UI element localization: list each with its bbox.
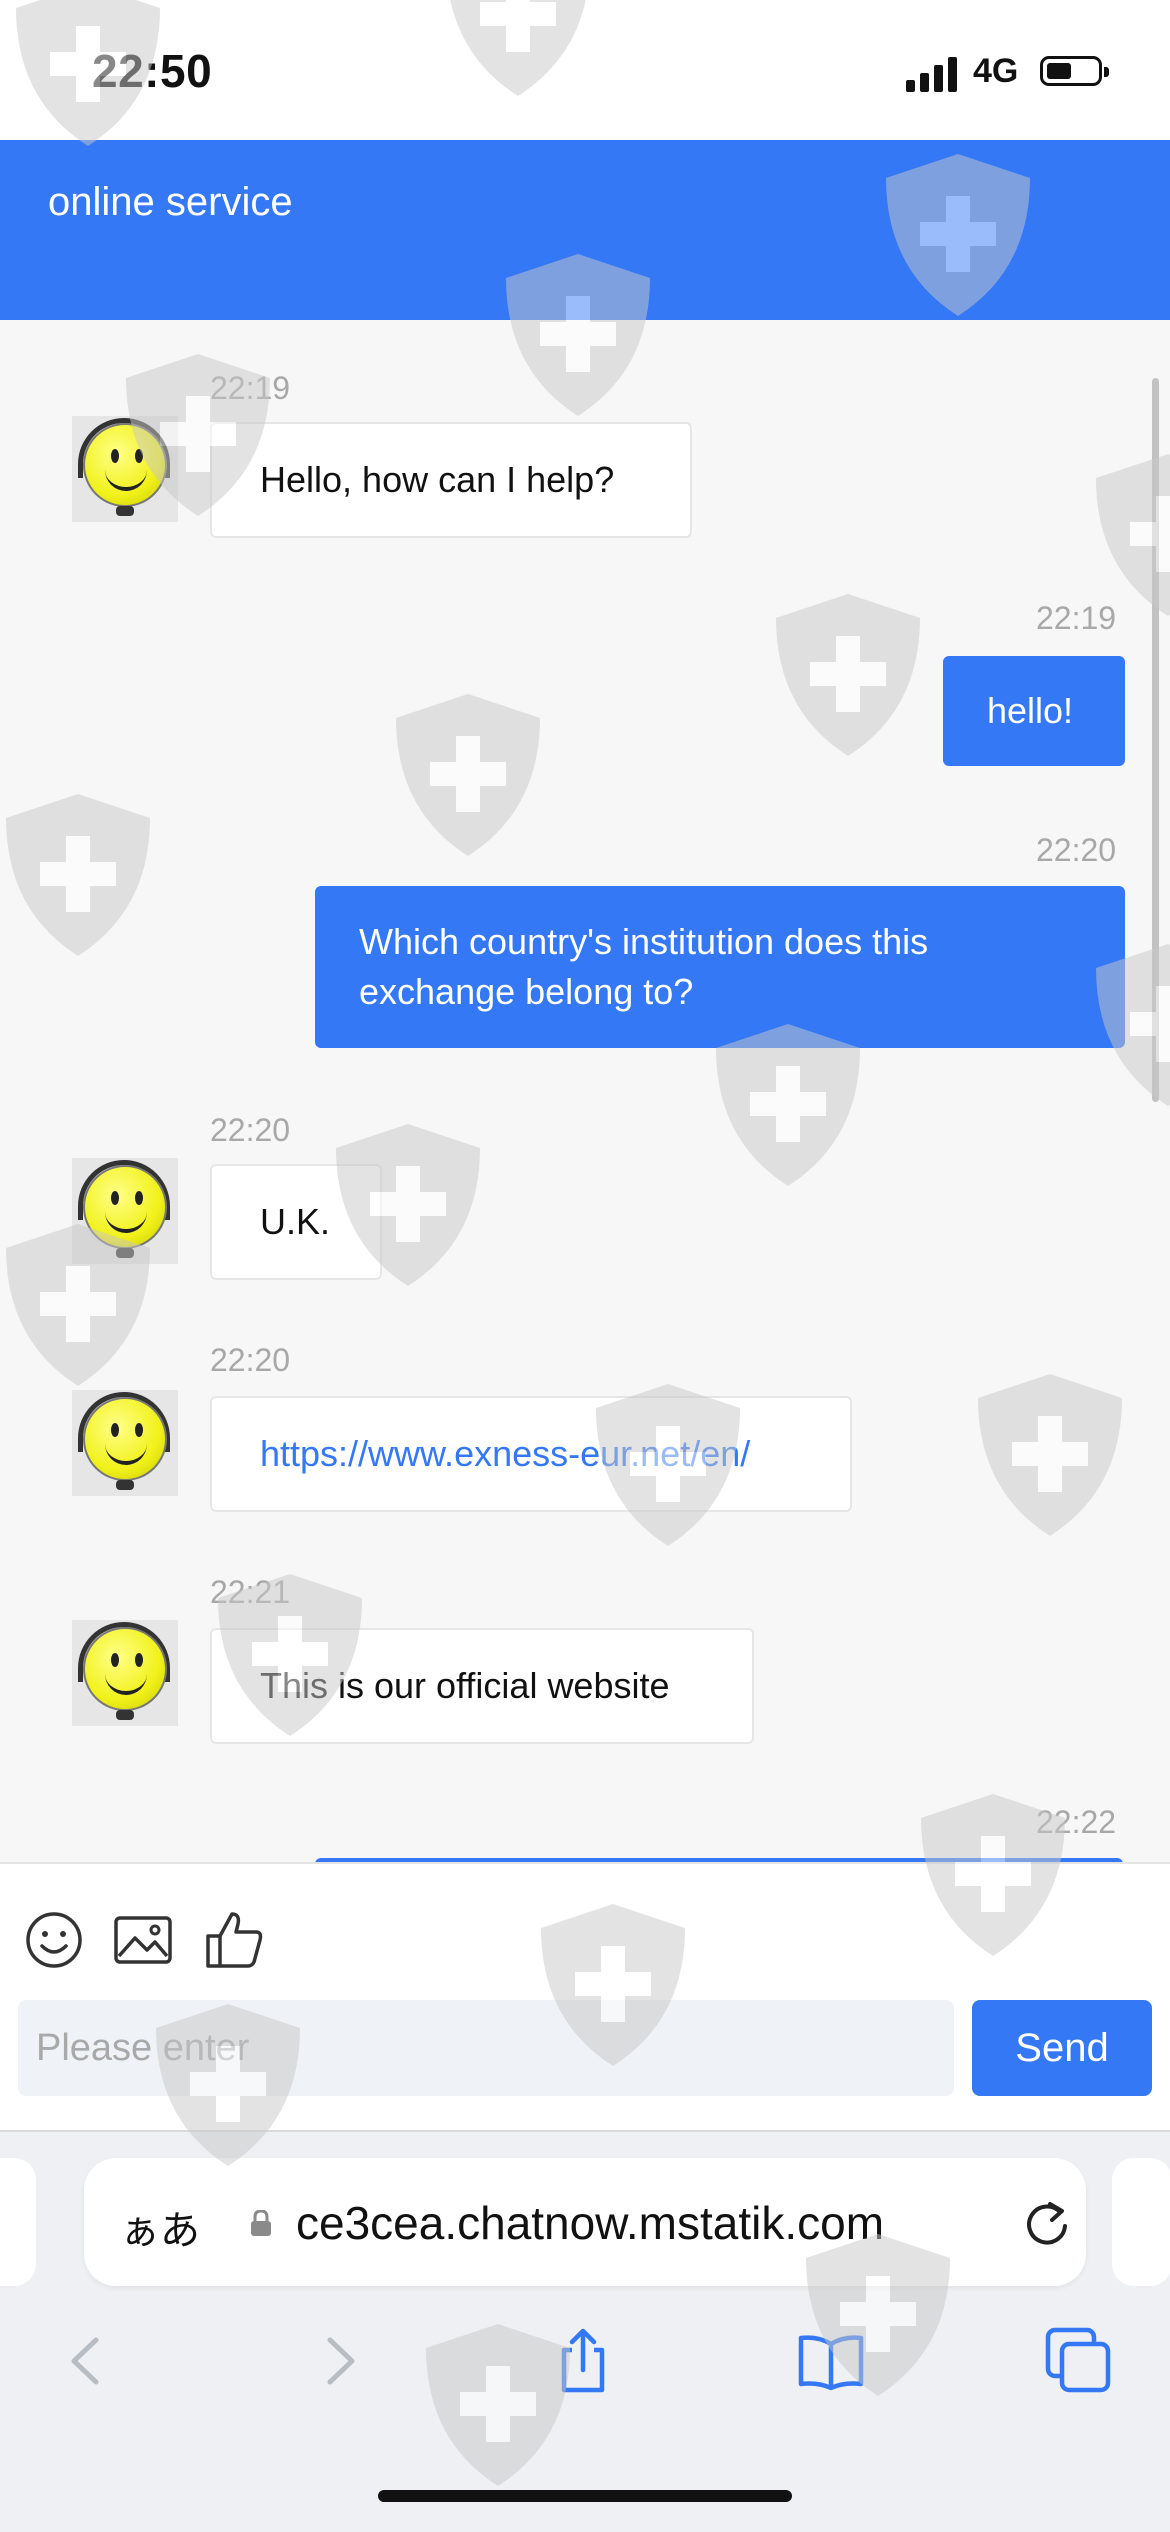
message-bubble-agent: Hello, how can I help? [210, 422, 692, 538]
chat-header [0, 140, 1170, 320]
status-bar: 22:50 4G [0, 0, 1170, 140]
scrollbar[interactable] [1152, 378, 1159, 1102]
message-bubble-agent: This is our official website [210, 1628, 754, 1744]
back-icon[interactable] [52, 2326, 122, 2396]
tabs-icon[interactable] [1044, 2326, 1114, 2396]
message-input[interactable] [18, 2000, 954, 2096]
bookmarks-icon[interactable] [796, 2326, 866, 2396]
image-icon[interactable] [113, 1910, 173, 1970]
agent-avatar [72, 1620, 178, 1726]
share-icon[interactable] [548, 2326, 618, 2396]
signal-icon [906, 56, 958, 92]
network-label: 4G [973, 52, 1019, 90]
battery-icon [1040, 56, 1109, 86]
forward-icon[interactable] [304, 2326, 374, 2396]
agent-avatar [72, 1390, 178, 1496]
website-link[interactable]: https://www.exness-eur.net/en/ [210, 1396, 852, 1512]
message-time: 22:20 [1036, 832, 1117, 868]
lock-icon [251, 2210, 271, 2236]
home-indicator[interactable] [378, 2490, 792, 2502]
message-time: 22:21 [210, 1574, 291, 1610]
message-bubble-user: hello! [943, 656, 1125, 766]
reload-icon[interactable] [1022, 2198, 1072, 2248]
next-tab[interactable] [1112, 2158, 1170, 2286]
thumbs-up-icon[interactable] [204, 1910, 264, 1970]
message-bubble-user: Which country's institution does this ex… [315, 886, 1125, 1048]
agent-avatar [72, 416, 178, 522]
page-title: online service [48, 180, 293, 224]
status-time: 22:50 [92, 45, 213, 97]
emoji-icon[interactable] [24, 1910, 84, 1970]
url-text[interactable]: ce3cea.chatnow.mstatik.com [296, 2196, 1022, 2250]
message-time: 22:20 [210, 1342, 291, 1378]
send-button[interactable]: Send [972, 2000, 1152, 2096]
message-bubble-agent: U.K. [210, 1164, 382, 1280]
message-time: 22:19 [210, 370, 291, 406]
message-time: 22:22 [1036, 1804, 1117, 1840]
text-size-button[interactable]: ぁあ [120, 2198, 200, 2256]
message-time: 22:19 [1036, 600, 1117, 636]
message-time: 22:20 [210, 1112, 291, 1148]
previous-tab[interactable] [0, 2158, 36, 2286]
agent-avatar [72, 1158, 178, 1264]
address-bar[interactable]: ぁあ ce3cea.chatnow.mstatik.com [84, 2158, 1086, 2286]
